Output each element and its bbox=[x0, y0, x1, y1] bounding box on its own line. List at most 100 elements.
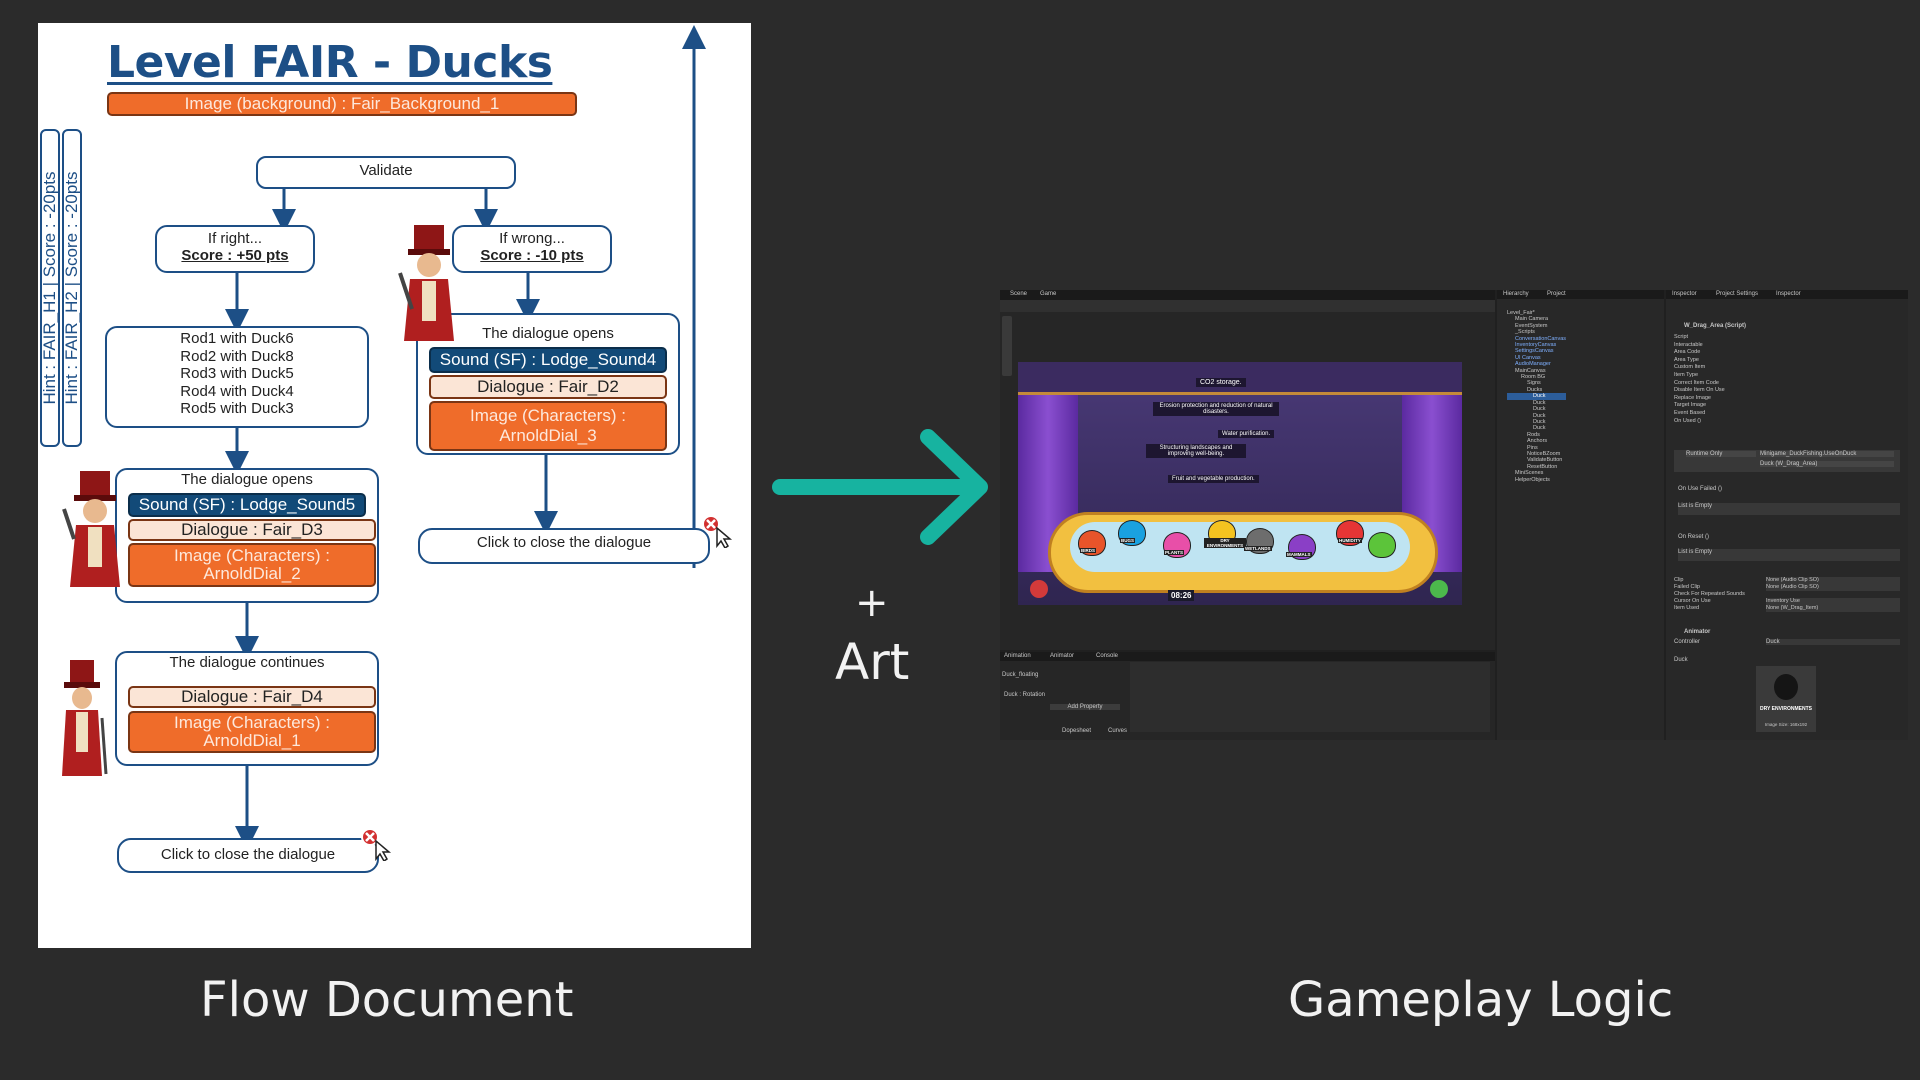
clip-value[interactable]: None (W_Drag_Item) bbox=[1766, 605, 1900, 612]
component-header[interactable]: W_Drag_Area (Script) bbox=[1684, 323, 1746, 329]
inspector-row: Script bbox=[1674, 334, 1689, 340]
dialogue-continue-title: The dialogue continues bbox=[169, 654, 325, 671]
dialogue-wrong-dialogue: Dialogue : Fair_D2 bbox=[429, 375, 667, 399]
if-right-score: Score : +50 pts bbox=[181, 247, 289, 264]
plus-sign: + bbox=[855, 580, 889, 626]
inspector-row: Area Code bbox=[1674, 349, 1701, 356]
duck-label: PLANTS bbox=[1164, 550, 1184, 555]
clip-value[interactable] bbox=[1766, 591, 1900, 598]
if-wrong-box: If wrong... Score : -10 pts bbox=[452, 225, 612, 273]
duck-label: DRY ENVIRONMENTS bbox=[1204, 538, 1246, 548]
sign-label: Structuring landscapes and improving wel… bbox=[1146, 444, 1246, 458]
tool-palette[interactable] bbox=[1002, 316, 1012, 376]
clip-values: None (Audio Clip SO) None (Audio Clip SO… bbox=[1766, 577, 1900, 612]
validate-box: Validate bbox=[256, 156, 516, 189]
on-reset-label: On Reset () bbox=[1678, 534, 1710, 540]
close-dialogue-right: Click to close the dialogue bbox=[418, 528, 710, 564]
dialogue-continue-box: The dialogue continues Dialogue : Fair_D… bbox=[115, 651, 379, 766]
tab-game[interactable]: Game bbox=[1040, 291, 1056, 297]
pair-item: Rod1 with Duck6 bbox=[180, 330, 294, 347]
inspector-row: Disable Item On Use bbox=[1674, 387, 1725, 394]
clip-row: Check For Repeated Sounds bbox=[1674, 591, 1745, 597]
clip-row: Clip bbox=[1674, 577, 1684, 583]
method-dropdown[interactable]: Minigame_DuckFishing.UseOnDuck bbox=[1760, 451, 1894, 457]
inspector-row: Interactable bbox=[1674, 341, 1703, 348]
anim-clip-select[interactable]: Duck_floating bbox=[1002, 672, 1038, 678]
game-view: CO2 storage. Erosion protection and redu… bbox=[1018, 362, 1462, 605]
game-reject-button[interactable] bbox=[1030, 580, 1048, 598]
pair-item: Rod4 with Duck4 bbox=[180, 382, 294, 400]
sign-label: Erosion protection and reduction of natu… bbox=[1153, 402, 1279, 416]
animator-header[interactable]: Animator bbox=[1684, 629, 1710, 635]
ringmaster-character-image bbox=[62, 660, 108, 776]
dialogue-right-sound: Sound (SF) : Lodge_Sound5 bbox=[128, 493, 366, 517]
editor-window: Scene Game CO2 storage. Erosion protecti… bbox=[1000, 290, 1908, 740]
clip-value[interactable]: Inventory Use bbox=[1766, 598, 1900, 605]
list-empty-2: List is Empty bbox=[1678, 549, 1900, 561]
drag-area-field[interactable]: Duck (W_Drag_Area) bbox=[1760, 461, 1894, 467]
clip-rows: Clip Failed Clip Check For Repeated Soun… bbox=[1674, 577, 1745, 612]
clip-value[interactable]: None (Audio Clip SO) bbox=[1766, 584, 1900, 591]
dopesheet-button[interactable]: Dopesheet bbox=[1062, 728, 1091, 734]
inspector-row: Target Image bbox=[1674, 402, 1707, 409]
controller-field[interactable]: Duck bbox=[1766, 639, 1900, 645]
animation-panel: Animation Animator Console Duck_floating… bbox=[1000, 652, 1495, 740]
ringmaster-character-image bbox=[62, 471, 120, 587]
inspector-panel: Inspector Project Settings Inspector W_D… bbox=[1666, 290, 1908, 740]
tab-scene[interactable]: Scene bbox=[1010, 291, 1027, 297]
tab-animation[interactable]: Animation bbox=[1004, 653, 1031, 659]
pair-item: Rod5 with Duck3 bbox=[180, 400, 294, 417]
hierarchy-list: Level_Fair* Main Camera EventSystem _Scr… bbox=[1507, 310, 1567, 483]
preview-size: Image Size: 168x192 bbox=[1764, 722, 1808, 727]
tab-project[interactable]: Project bbox=[1547, 291, 1566, 297]
scene-tabbar: Scene Game bbox=[1000, 290, 1495, 300]
animation-tabbar: Animation Animator Console bbox=[1000, 652, 1495, 661]
dialogue-right-box: The dialogue opens Sound (SF) : Lodge_So… bbox=[115, 468, 379, 603]
flow-document: Level FAIR - Ducks Image (background) : … bbox=[38, 23, 751, 948]
scene-toolbar[interactable] bbox=[1000, 300, 1495, 312]
preview-label: Duck bbox=[1674, 657, 1688, 663]
duck-figure[interactable] bbox=[1368, 532, 1396, 558]
duck-label: BUGS bbox=[1120, 538, 1136, 543]
tab-hierarchy[interactable]: Hierarchy bbox=[1503, 291, 1529, 297]
tab-animator[interactable]: Animator bbox=[1050, 653, 1074, 659]
scene-panel: Scene Game CO2 storage. Erosion protecti… bbox=[1000, 290, 1495, 650]
tab-inspector-2[interactable]: Inspector bbox=[1776, 291, 1801, 297]
hierarchy-tabbar: Hierarchy Project bbox=[1497, 290, 1664, 299]
curves-button[interactable]: Curves bbox=[1108, 728, 1127, 734]
runtime-dropdown[interactable]: Runtime Only bbox=[1686, 451, 1756, 457]
anim-property: Duck : Rotation bbox=[1004, 692, 1046, 698]
duck-label: BIRDS bbox=[1080, 548, 1097, 553]
dialogue-continue-dialogue: Dialogue : Fair_D4 bbox=[128, 686, 376, 708]
game-validate-button[interactable] bbox=[1430, 580, 1448, 598]
if-right-label: If right... bbox=[207, 230, 263, 247]
pair-item: Rod2 with Duck8 bbox=[180, 347, 294, 365]
inspector-row: Replace Image bbox=[1674, 394, 1711, 401]
tab-inspector[interactable]: Inspector bbox=[1672, 291, 1697, 297]
on-use-failed-label: On Use Failed () bbox=[1678, 486, 1723, 492]
duck-label: MAMMALS bbox=[1286, 552, 1312, 557]
caption-gameplay-logic: Gameplay Logic bbox=[1288, 972, 1674, 1028]
preview-image: DRY ENVIRONMENTS Image Size: 168x192 bbox=[1756, 666, 1816, 732]
sign-label: Water purification. bbox=[1218, 430, 1275, 438]
inspector-row: Correct Item Code bbox=[1674, 379, 1719, 386]
anim-timeline bbox=[1130, 662, 1490, 732]
inspector-row: Area Type bbox=[1674, 356, 1699, 363]
tab-project-settings[interactable]: Project Settings bbox=[1716, 291, 1758, 297]
art-label: Art bbox=[835, 633, 910, 691]
dialogue-wrong-image: Image (Characters) : ArnoldDial_3 bbox=[429, 401, 667, 451]
duck-label: HUMIDITY bbox=[1338, 538, 1362, 543]
close-dialogue-left: Click to close the dialogue bbox=[117, 838, 379, 873]
tab-console[interactable]: Console bbox=[1096, 653, 1118, 659]
if-wrong-score: Score : -10 pts bbox=[480, 247, 584, 264]
hierarchy-item[interactable]: HelperObjects bbox=[1507, 477, 1566, 483]
add-property-button[interactable]: Add Property bbox=[1050, 704, 1120, 710]
game-timer: 08:26 bbox=[1168, 590, 1195, 601]
clip-value[interactable]: None (Audio Clip SO) bbox=[1766, 577, 1900, 584]
close-cursor-icon bbox=[702, 515, 733, 548]
clip-row: Failed Clip bbox=[1674, 584, 1700, 590]
dialogue-wrong-sound: Sound (SF) : Lodge_Sound4 bbox=[429, 347, 667, 373]
sign-label: Fruit and vegetable production. bbox=[1168, 475, 1259, 483]
inspector-row: Custom Item bbox=[1674, 364, 1706, 371]
dialogue-right-title: The dialogue opens bbox=[181, 471, 313, 488]
